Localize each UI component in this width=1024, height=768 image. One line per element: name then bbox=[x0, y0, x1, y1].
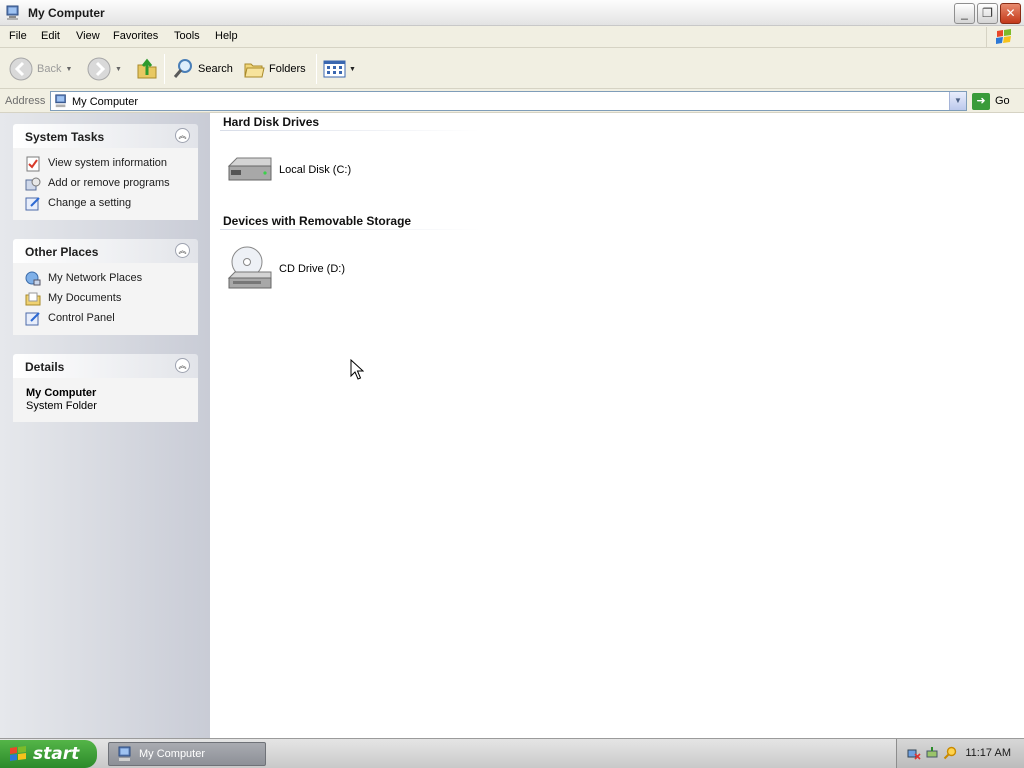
toolbar: Back ▼ ▼ Search Folders ▼ bbox=[0, 48, 1024, 89]
system-tray: 11:17 AM bbox=[896, 739, 1024, 768]
place-label: My Documents bbox=[48, 292, 122, 304]
network-tray-icon[interactable] bbox=[907, 746, 921, 760]
hard-disk-icon bbox=[227, 157, 272, 181]
search-icon bbox=[173, 59, 192, 78]
details-panel: Details ︽ My Computer System Folder bbox=[13, 354, 198, 422]
task-label: View system information bbox=[48, 157, 168, 169]
forward-dropdown-icon[interactable]: ▼ bbox=[115, 66, 122, 73]
details-title: Details bbox=[25, 360, 65, 374]
collapse-icon[interactable]: ︽ bbox=[175, 358, 190, 373]
menu-bar: File Edit View Favorites Tools Help bbox=[0, 26, 1024, 48]
menu-help[interactable]: Help bbox=[215, 30, 238, 42]
other-places-panel: Other Places ︽ My Network Places My Docu… bbox=[13, 239, 198, 335]
place-label: Control Panel bbox=[48, 312, 115, 324]
start-label: start bbox=[33, 744, 80, 764]
other-places-header[interactable]: Other Places ︽ bbox=[13, 239, 198, 263]
menu-file[interactable]: File bbox=[9, 30, 27, 42]
group-hard-disk-drives: Hard Disk Drives bbox=[223, 115, 320, 129]
go-label: Go bbox=[995, 95, 1010, 107]
system-tasks-header[interactable]: System Tasks ︽ bbox=[13, 124, 198, 148]
forward-arrow-icon bbox=[87, 57, 111, 81]
system-tasks-panel: System Tasks ︽ View system information A… bbox=[13, 124, 198, 220]
collapse-icon[interactable]: ︽ bbox=[175, 128, 190, 143]
details-header[interactable]: Details ︽ bbox=[13, 354, 198, 378]
system-tasks-title: System Tasks bbox=[25, 130, 105, 144]
drive-local-disk-c[interactable]: Local Disk (C:) bbox=[225, 145, 351, 195]
clock: 11:17 AM bbox=[965, 747, 1011, 759]
details-item-name: My Computer bbox=[26, 387, 97, 399]
content-area: Hard Disk Drives Local Disk (C:) Devices… bbox=[210, 113, 1024, 738]
search-button[interactable]: Search bbox=[172, 56, 233, 82]
taskbar-window-label: My Computer bbox=[139, 748, 206, 760]
views-button[interactable]: ▼ bbox=[323, 56, 356, 82]
place-control-panel[interactable]: Control Panel bbox=[13, 309, 198, 329]
details-item-type: System Folder bbox=[26, 400, 97, 412]
back-label: Back bbox=[37, 63, 62, 75]
task-change-a-setting[interactable]: Change a setting bbox=[13, 194, 198, 214]
folders-button[interactable]: Folders bbox=[243, 56, 306, 82]
back-button[interactable]: Back ▼ bbox=[9, 56, 72, 82]
drive-label: CD Drive (D:) bbox=[279, 263, 345, 275]
drive-label: Local Disk (C:) bbox=[279, 164, 352, 176]
window-title: My Computer bbox=[28, 6, 105, 20]
taskbar-window-my-computer[interactable]: My Computer bbox=[108, 742, 266, 766]
my-computer-icon bbox=[55, 94, 66, 108]
menu-edit[interactable]: Edit bbox=[41, 30, 60, 42]
start-button[interactable]: start bbox=[0, 740, 97, 768]
folders-label: Folders bbox=[269, 63, 306, 75]
views-dropdown-icon[interactable]: ▼ bbox=[349, 66, 356, 73]
collapse-icon[interactable]: ︽ bbox=[175, 243, 190, 258]
drive-cd-drive-d[interactable]: CD Drive (D:) bbox=[225, 244, 345, 294]
close-button[interactable]: ✕ bbox=[1000, 3, 1021, 24]
forward-button[interactable]: ▼ bbox=[87, 56, 122, 82]
change-setting-icon bbox=[25, 197, 40, 211]
address-dropdown-icon[interactable]: ▼ bbox=[949, 92, 966, 110]
cd-drive-icon bbox=[227, 246, 272, 289]
network-places-icon bbox=[25, 271, 41, 286]
up-folder-button[interactable] bbox=[135, 56, 159, 82]
address-input[interactable]: My Computer ▼ bbox=[50, 91, 967, 111]
my-computer-icon bbox=[118, 746, 131, 761]
add-remove-programs-icon bbox=[25, 177, 41, 191]
task-add-remove-programs[interactable]: Add or remove programs bbox=[13, 174, 198, 194]
search-label: Search bbox=[198, 63, 233, 75]
safely-remove-hardware-icon[interactable] bbox=[925, 746, 939, 760]
place-label: My Network Places bbox=[48, 272, 143, 284]
task-label: Add or remove programs bbox=[48, 177, 170, 189]
place-my-network-places[interactable]: My Network Places bbox=[13, 269, 198, 289]
folders-icon bbox=[244, 63, 265, 78]
address-bar: Address My Computer ▼ ➜ Go bbox=[0, 89, 1024, 113]
place-my-documents[interactable]: My Documents bbox=[13, 289, 198, 309]
control-panel-icon bbox=[25, 312, 40, 326]
menu-favorites[interactable]: Favorites bbox=[113, 30, 158, 42]
minimize-button[interactable]: _ bbox=[954, 3, 975, 24]
group-removable-storage: Devices with Removable Storage bbox=[223, 214, 412, 228]
back-arrow-icon bbox=[9, 57, 33, 81]
restore-button[interactable]: ❐ bbox=[977, 3, 998, 24]
address-label: Address bbox=[5, 95, 46, 107]
my-computer-icon bbox=[6, 5, 19, 20]
views-icon bbox=[323, 60, 346, 78]
search-tray-icon[interactable] bbox=[943, 746, 957, 760]
mouse-cursor-icon bbox=[350, 359, 364, 380]
menu-tools[interactable]: Tools bbox=[174, 30, 200, 42]
my-documents-icon bbox=[25, 292, 41, 306]
windows-flag-icon bbox=[10, 746, 26, 761]
address-value: My Computer bbox=[72, 96, 139, 108]
taskbar: start My Computer 11:17 AM bbox=[0, 738, 1024, 768]
task-pane: System Tasks ︽ View system information A… bbox=[0, 113, 210, 738]
up-folder-icon bbox=[137, 58, 157, 79]
other-places-title: Other Places bbox=[25, 245, 99, 259]
menu-view[interactable]: View bbox=[76, 30, 100, 42]
title-bar[interactable]: My Computer _ ❐ ✕ bbox=[0, 0, 1024, 26]
windows-logo-icon bbox=[986, 27, 1020, 47]
back-dropdown-icon[interactable]: ▼ bbox=[65, 66, 72, 73]
task-label: Change a setting bbox=[48, 197, 132, 209]
go-button[interactable]: ➜ Go bbox=[972, 92, 1010, 110]
go-arrow-icon: ➜ bbox=[972, 92, 990, 110]
system-information-icon bbox=[26, 156, 40, 172]
task-view-system-information[interactable]: View system information bbox=[13, 154, 198, 174]
